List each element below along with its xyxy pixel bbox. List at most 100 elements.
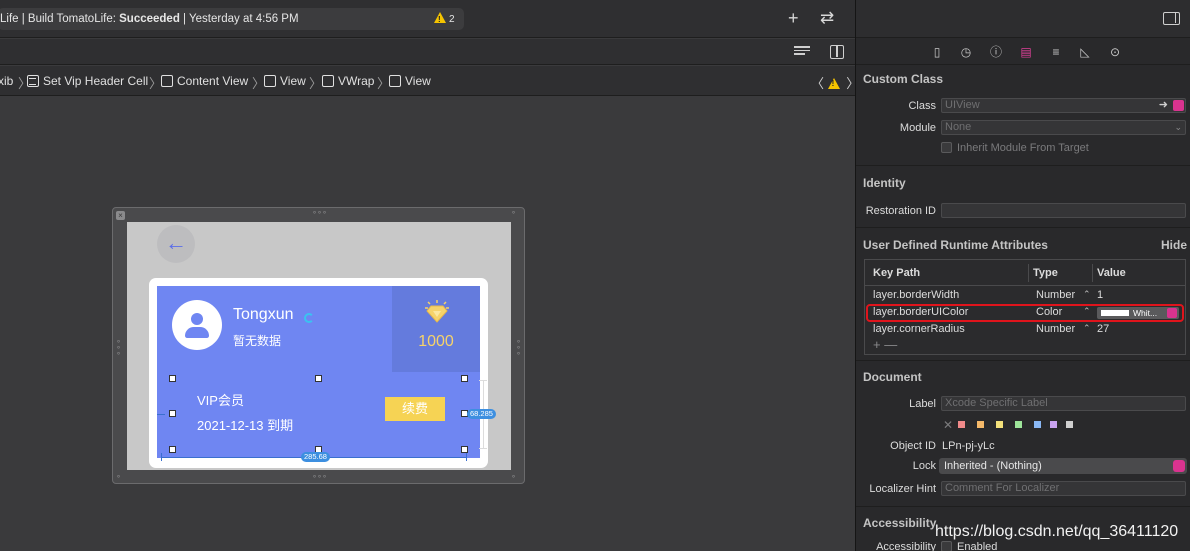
label-label: Label	[909, 398, 936, 410]
resize-handle[interactable]	[315, 375, 322, 382]
warning-count: 2	[449, 14, 455, 25]
type-cell[interactable]: Number	[1036, 323, 1075, 335]
view-icon	[161, 75, 173, 87]
activity-toolbar: Life | Build TomatoLife: Succeeded | Yes…	[0, 0, 855, 38]
runtime-attributes-title: User Defined Runtime Attributes	[863, 238, 1048, 252]
library-add-button[interactable]: +	[788, 8, 799, 28]
type-cell[interactable]: Number	[1036, 289, 1075, 301]
column-header-value[interactable]: Value	[1097, 267, 1126, 279]
object-id-value: LPn-pj-yLc	[942, 440, 995, 452]
breadcrumb-item-view[interactable]: View	[264, 74, 306, 88]
editor-options-icon[interactable]	[794, 46, 810, 58]
content-view[interactable]: Tongxun 暂无数据 1000 VIP会员 2021-12-13 到期 续费	[149, 278, 488, 468]
resize-corner-icon[interactable]: ∘	[511, 209, 516, 217]
resize-handle[interactable]	[461, 375, 468, 382]
history-inspector-icon[interactable]: ◷	[958, 44, 974, 60]
breadcrumb-item-content-view[interactable]: Content View	[161, 74, 248, 88]
avatar[interactable]	[172, 300, 222, 350]
object-id-label: Object ID	[890, 440, 936, 452]
breadcrumb-item-view-selected[interactable]: View	[389, 74, 431, 88]
chevron-updown-icon	[1173, 460, 1185, 472]
size-inspector-icon[interactable]: ◺	[1077, 44, 1093, 60]
resize-corner-icon[interactable]: ∘	[511, 473, 516, 481]
vwrap-view[interactable]: Tongxun 暂无数据 1000 VIP会员 2021-12-13 到期 续费	[157, 286, 480, 458]
module-field[interactable]: None ⌄	[941, 120, 1186, 135]
resize-handle[interactable]	[169, 410, 176, 417]
resize-handle[interactable]	[169, 446, 176, 453]
table-header: Key Path Type Value	[865, 260, 1185, 286]
breadcrumb-item-vwrap[interactable]: VWrap	[322, 74, 374, 88]
accessibility-enabled-checkbox[interactable]: Enabled	[941, 541, 997, 551]
warning-icon	[827, 78, 840, 89]
chevron-updown-icon: ⌃	[1083, 323, 1091, 333]
identity-title: Identity	[863, 176, 906, 190]
help-inspector-icon[interactable]: ⓘ	[988, 44, 1004, 60]
localizer-hint-field[interactable]: Comment For Localizer	[941, 481, 1186, 496]
class-field[interactable]: UIView ➜	[941, 98, 1186, 113]
attributes-inspector-icon[interactable]: ≡	[1048, 44, 1064, 60]
lock-label: Lock	[912, 460, 936, 472]
view-icon	[389, 75, 401, 87]
restoration-id-label: Restoration ID	[865, 205, 936, 217]
table-row[interactable]: layer.borderWidth Number ⌃ 1	[865, 287, 1185, 304]
watermark-url: https://blog.csdn.net/qq_36411120	[935, 523, 1179, 540]
label-color-gray[interactable]	[1066, 421, 1073, 428]
clear-color-icon[interactable]: ✕	[943, 418, 953, 432]
inherit-module-checkbox[interactable]: Inherit Module From Target	[941, 142, 1089, 154]
go-to-class-icon[interactable]: ➜	[1159, 99, 1168, 112]
renew-button[interactable]: 续费	[385, 397, 445, 421]
jump-bar-breadcrumb: xib 〉 Set Vip Header Cell 〉 Content View…	[0, 66, 859, 96]
label-color-purple[interactable]	[1050, 421, 1057, 428]
key-path-cell[interactable]: layer.cornerRadius	[873, 323, 965, 335]
label-color-red[interactable]	[958, 421, 965, 428]
runtime-attributes-table[interactable]: Key Path Type Value layer.borderWidth Nu…	[864, 259, 1186, 355]
xib-scene[interactable]: × ∘∘∘ ∘∘∘ ∘ ∘ ∘ ∘ ∘ ∘ ∘ ∘ ∘ ← Tongxun 暂无数据	[112, 207, 525, 484]
build-status-prefix: Life | Build TomatoLife:	[0, 13, 120, 25]
xcode-label-field[interactable]: Xcode Specific Label	[941, 396, 1186, 411]
resize-handle[interactable]	[461, 446, 468, 453]
key-path-cell[interactable]: layer.borderWidth	[873, 289, 959, 301]
close-scene-icon[interactable]: ×	[116, 211, 125, 220]
breadcrumb-item-set-vip-header-cell[interactable]: Set Vip Header Cell	[27, 74, 148, 88]
value-cell[interactable]: 27	[1097, 323, 1109, 335]
lock-select[interactable]: Inherited - (Nothing)	[939, 458, 1187, 474]
warning-badge[interactable]: 2	[434, 12, 455, 27]
expiry-date-label: 2021-12-13 到期	[197, 418, 294, 433]
build-status-time: | Yesterday at 4:56 PM	[179, 13, 299, 25]
scene-grip-icon[interactable]: ∘∘∘	[312, 209, 327, 217]
label-color-orange[interactable]	[977, 421, 984, 428]
table-row[interactable]: layer.cornerRadius Number ⌃ 27	[865, 321, 1185, 338]
inspector-top-bar	[856, 0, 1190, 38]
identity-inspector-icon[interactable]: ▤	[1018, 44, 1034, 60]
connections-inspector-icon[interactable]: ⊙	[1107, 44, 1123, 60]
column-header-key-path[interactable]: Key Path	[873, 267, 920, 279]
restoration-id-field[interactable]	[941, 203, 1186, 218]
hide-section-button[interactable]: Hide	[1161, 238, 1187, 252]
label-color-green[interactable]	[1015, 421, 1022, 428]
resize-handle[interactable]	[169, 375, 176, 382]
add-remove-attribute-buttons[interactable]: + —	[873, 337, 897, 352]
scene-grip-icon[interactable]: ∘∘∘	[516, 338, 522, 358]
issue-navigator-arrows[interactable]: 〈 〉	[811, 73, 859, 92]
class-dropdown-icon[interactable]	[1173, 100, 1184, 111]
scene-grip-icon[interactable]: ∘∘∘	[116, 338, 122, 358]
scene-grip-icon[interactable]: ∘∘∘	[312, 473, 327, 481]
localizer-hint-label: Localizer Hint	[869, 483, 936, 495]
resize-corner-icon[interactable]: ∘	[116, 473, 121, 481]
breadcrumb-chevron-icon: 〉	[309, 76, 323, 91]
column-header-type[interactable]: Type	[1033, 267, 1058, 279]
sidebar-toggle-icon[interactable]	[1163, 12, 1180, 25]
set-vip-header-cell-preview[interactable]: ← Tongxun 暂无数据 1000 VIP会员 2021-12-13 到期 …	[127, 222, 511, 470]
label-color-yellow[interactable]	[996, 421, 1003, 428]
points-panel[interactable]: 1000	[392, 286, 480, 372]
build-status-view[interactable]: Life | Build TomatoLife: Succeeded | Yes…	[0, 8, 464, 30]
file-inspector-icon[interactable]: ▯	[929, 44, 945, 60]
back-arrow-icon[interactable]: ←	[157, 225, 195, 263]
split-editor-icon[interactable]	[830, 45, 844, 59]
breadcrumb-item-xib[interactable]: xib	[0, 74, 13, 88]
label-color-blue[interactable]	[1034, 421, 1041, 428]
no-data-label: 暂无数据	[233, 334, 282, 348]
class-label: Class	[908, 100, 936, 112]
code-review-toggle-icon[interactable]: ⇄	[820, 8, 834, 28]
value-cell[interactable]: 1	[1097, 289, 1103, 301]
